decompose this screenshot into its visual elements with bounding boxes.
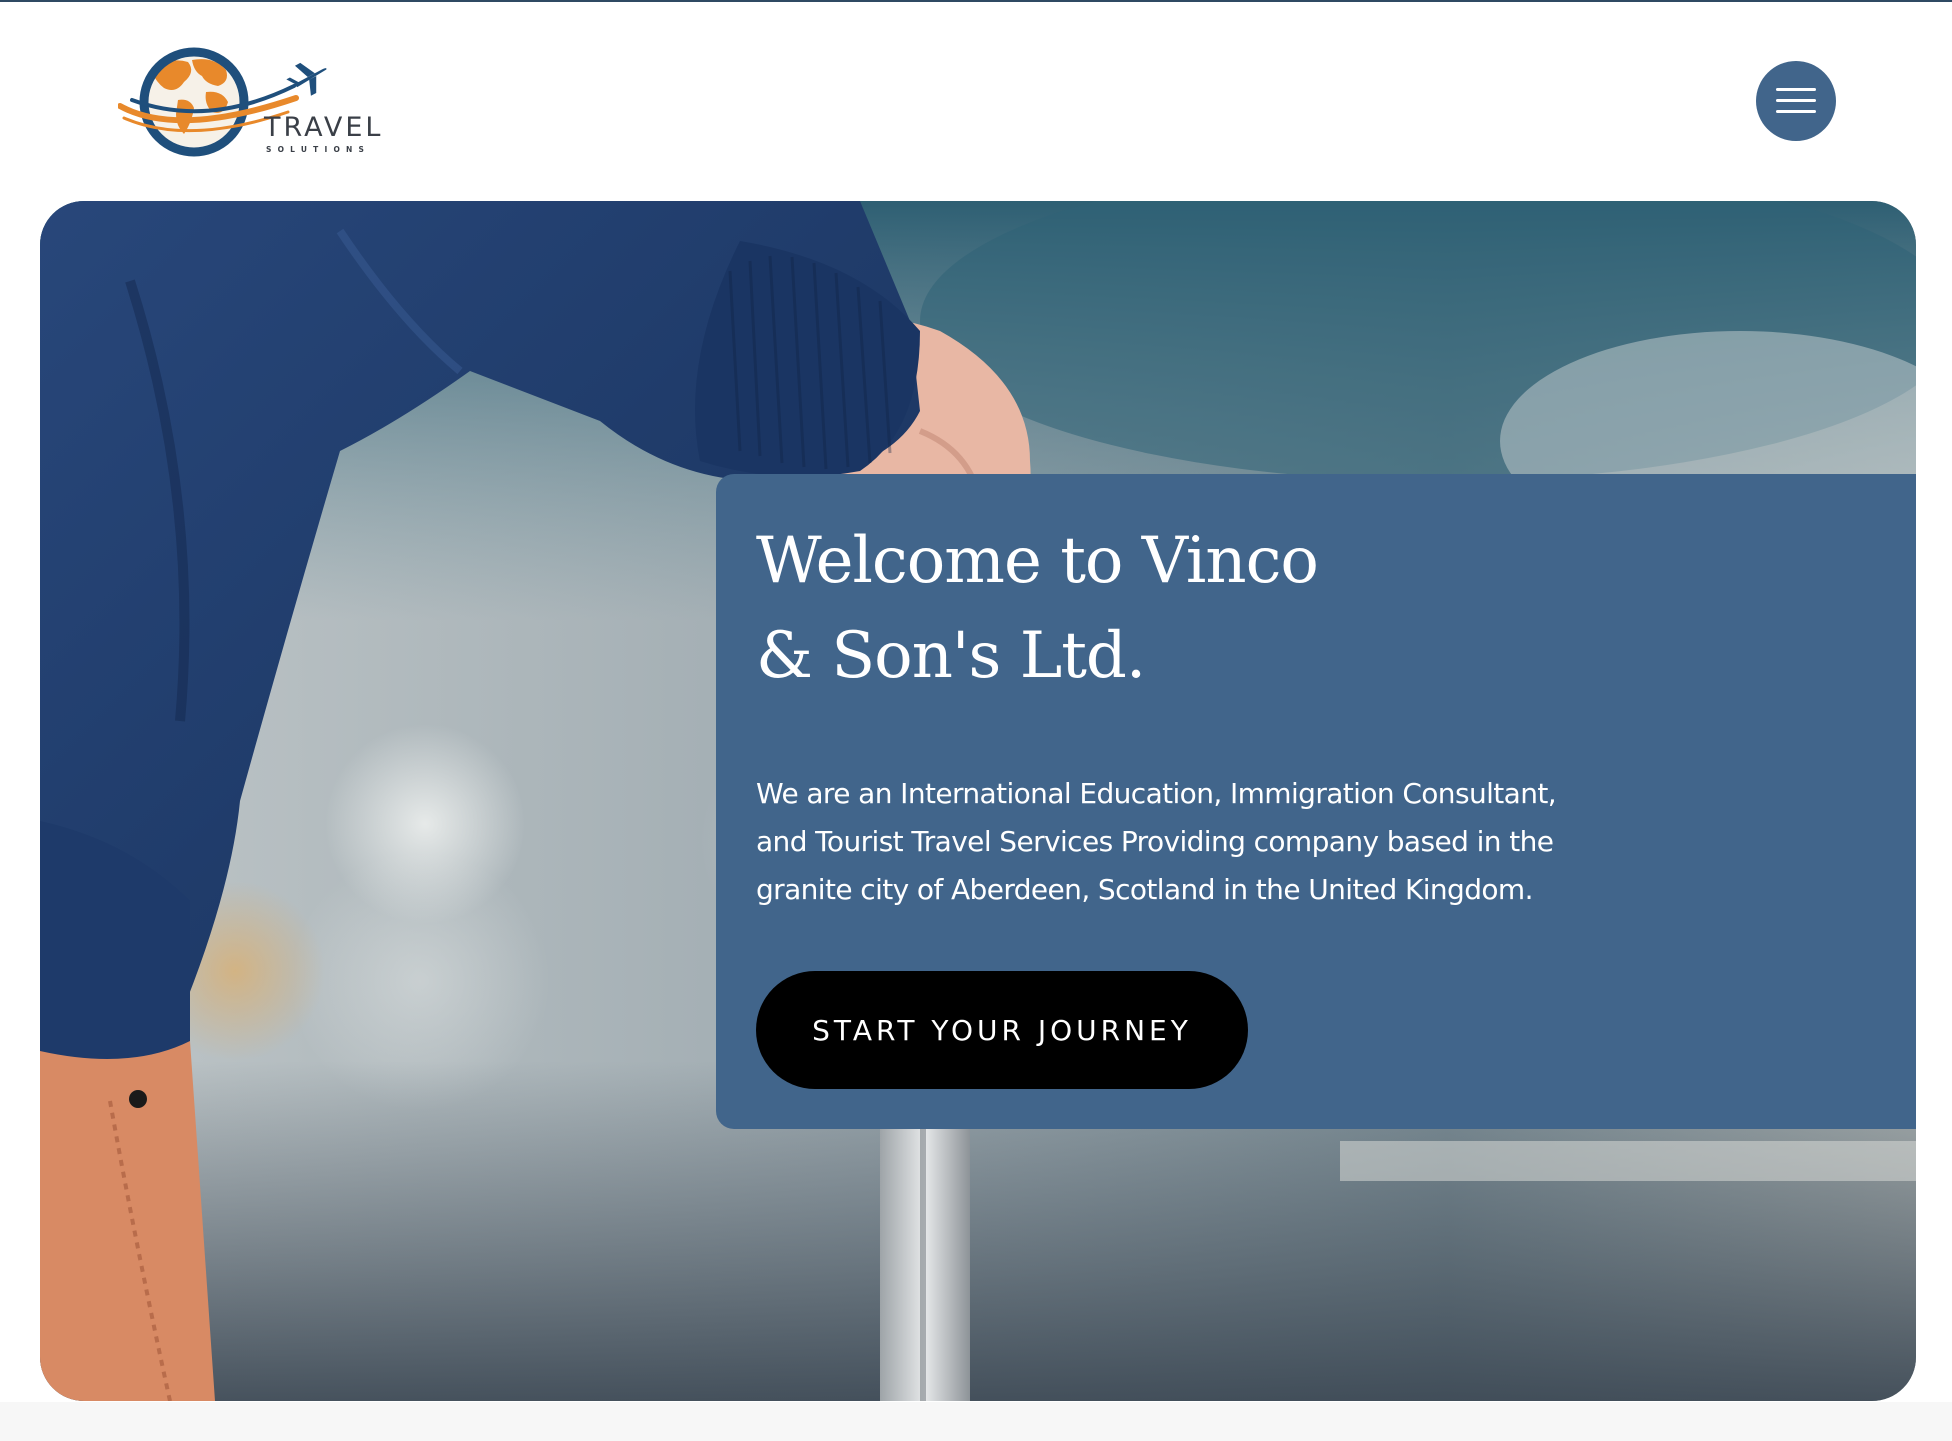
travel-solutions-logo[interactable]: TRAVEL SOLUTIONS <box>118 42 398 172</box>
hero-section: Welcome to Vinco & Son's Ltd. We are an … <box>40 201 1916 1401</box>
hero-title-line-2: & Son's Ltd. <box>756 619 1146 693</box>
menu-button[interactable] <box>1756 61 1836 141</box>
page-bottom-strip <box>0 1402 1952 1441</box>
start-journey-button[interactable]: START YOUR JOURNEY <box>756 971 1248 1089</box>
logo-tagline: SOLUTIONS <box>266 145 371 154</box>
logo-wordmark: TRAVEL <box>264 112 384 143</box>
site-header: TRAVEL SOLUTIONS <box>0 2 1952 200</box>
hero-title: Welcome to Vinco & Son's Ltd. <box>756 514 1396 704</box>
hero-title-line-1: Welcome to Vinco <box>756 524 1319 598</box>
hero-description: We are an International Education, Immig… <box>756 777 1557 906</box>
welcome-card: Welcome to Vinco & Son's Ltd. We are an … <box>716 474 1916 1129</box>
